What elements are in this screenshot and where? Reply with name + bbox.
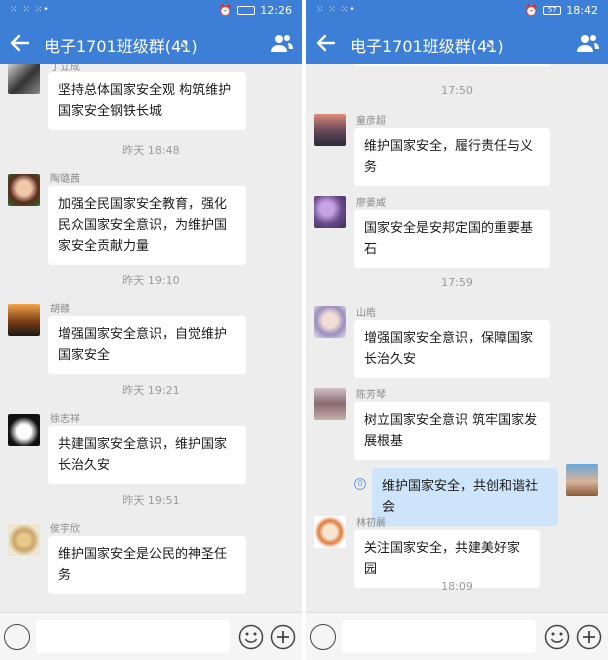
avatar [8,414,40,446]
emoji-icon[interactable] [544,624,570,650]
message-bubble[interactable]: 树立国家安全意识 筑牢国家发展根基 [354,402,550,460]
status-time: 18:42 [566,4,598,17]
group-members-icon[interactable] [576,32,600,54]
read-receipt-badge: 0 [354,478,366,490]
sender-name: 徐志祥 [50,414,80,425]
avatar [8,64,40,94]
battery-icon [237,6,256,15]
app-bar: 电子1701班级群(41) [0,22,302,64]
status-time: 12:26 [260,4,292,17]
plus-icon[interactable] [270,624,296,650]
chat-title: 电子1701班级群(41) [44,37,198,56]
signal-indicators: ⁙ ⁙ ⁙• [316,5,356,15]
sender-name: 侯宇欣 [50,524,80,535]
chat-window-left: ⁙ ⁙ ⁙• ⏰ 12:26 电子1701班级群(41) 丁立成 坚持总体国家安… [0,0,302,660]
sender-name: 陶璐茜 [50,174,80,185]
message-bubble[interactable]: 共建国家安全意识，维护国家长治久安 [48,426,246,484]
sender-name: 廖姜威 [356,198,386,209]
mute-bell-icon [484,38,496,50]
sender-name: 陈芳琴 [356,390,386,401]
message-bubble-partial [354,64,552,66]
mute-bell-icon [178,38,190,50]
voice-icon[interactable] [310,624,336,650]
message-list[interactable]: 丁立成 坚持总体国家安全观 构筑维护国家安全钢铁长城 昨天 18:48 陶璐茜 … [0,64,302,612]
message-input[interactable] [36,620,230,653]
sender-name: 童彦超 [356,116,386,127]
message-bubble-self[interactable]: 维护国家安全，共创和谐社会 [372,468,558,526]
timestamp: 昨天 19:10 [122,274,180,287]
sender-name: 山皓 [356,308,376,319]
message-bubble[interactable]: 维护国家安全是公民的神圣任务 [48,536,246,594]
timestamp: 18:09 [441,580,473,593]
message-bubble[interactable]: 增强国家安全意识，自觉维护国家安全 [48,316,246,374]
message-bubble[interactable]: 加强全民国家安全教育，强化民众国家安全意识，为维护国家安全贡献力量 [48,186,246,265]
alarm-icon: ⏰ [218,4,233,17]
alarm-icon: ⏰ [524,4,539,17]
signal-indicators: ⁙ ⁙ ⁙• [10,5,50,15]
timestamp: 昨天 19:51 [122,494,180,507]
message-bubble[interactable]: 国家安全是安邦定国的重要基石 [354,210,550,268]
sender-name: 林初晨 [356,518,386,529]
chat-window-right: ⁙ ⁙ ⁙• ⏰ 57 18:42 电子1701班级群(41) 17:50 童彦… [306,0,608,660]
battery-icon: 57 [543,6,562,15]
self-avatar [566,464,598,496]
avatar [8,174,40,206]
timestamp: 17:59 [441,276,473,289]
message-bubble[interactable]: 维护国家安全，履行责任与义务 [354,128,550,186]
message-bubble[interactable]: 坚持总体国家安全观 构筑维护国家安全钢铁长城 [48,72,246,130]
message-input[interactable] [342,620,536,653]
emoji-icon[interactable] [238,624,264,650]
input-bar [0,612,302,660]
group-members-icon[interactable] [270,32,294,54]
plus-icon[interactable] [576,624,602,650]
status-bar: ⁙ ⁙ ⁙• ⏰ 12:26 [0,0,302,22]
back-arrow-icon[interactable] [314,31,338,55]
avatar [8,304,40,336]
voice-icon[interactable] [4,624,30,650]
timestamp: 昨天 19:21 [122,384,180,397]
message-list[interactable]: 17:50 童彦超 维护国家安全，履行责任与义务 廖姜威 国家安全是安邦定国的重… [306,64,608,612]
avatar [314,196,346,228]
chat-title: 电子1701班级群(41) [350,37,504,56]
avatar [314,114,346,146]
avatar [8,524,40,556]
timestamp: 17:50 [441,84,473,97]
avatar [314,388,346,420]
timestamp: 昨天 18:48 [122,144,180,157]
status-bar: ⁙ ⁙ ⁙• ⏰ 57 18:42 [306,0,608,22]
app-bar: 电子1701班级群(41) [306,22,608,64]
avatar [314,306,346,338]
message-bubble[interactable]: 增强国家安全意识，保障国家长治久安 [354,320,550,378]
input-bar [306,612,608,660]
back-arrow-icon[interactable] [8,31,32,55]
avatar [314,516,346,548]
sender-name: 胡赣 [50,304,70,315]
